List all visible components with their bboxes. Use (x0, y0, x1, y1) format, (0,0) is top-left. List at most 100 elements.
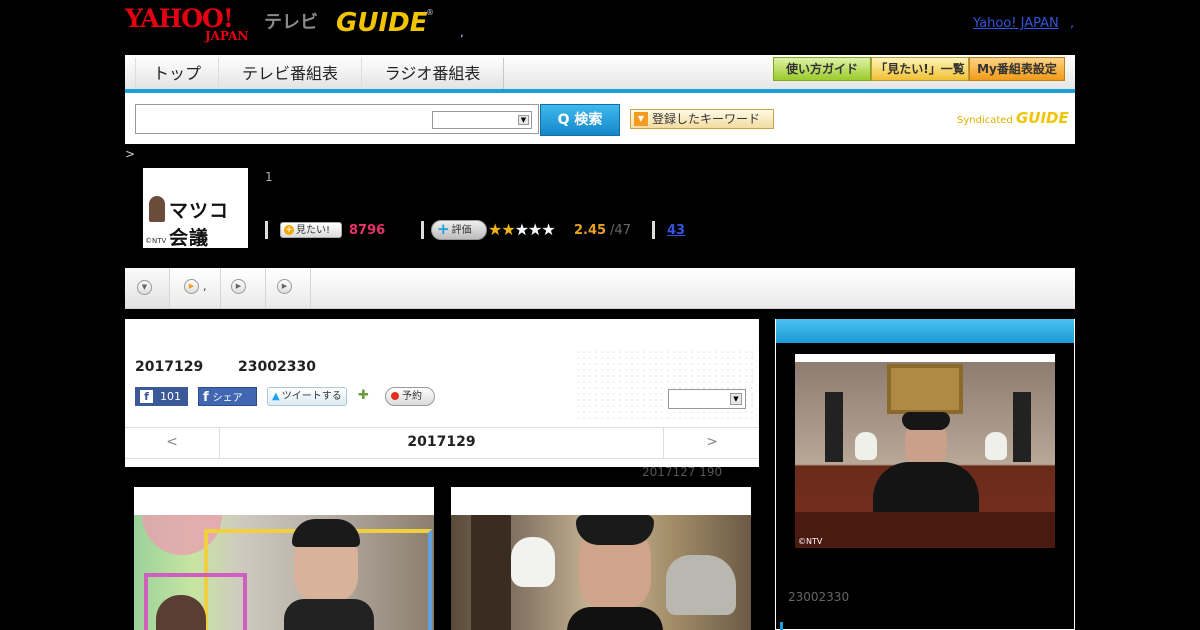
breadcrumb: > (125, 147, 136, 161)
gguide-logo[interactable]: GUIDE ® (336, 6, 434, 40)
thumbnail-copyright: ©NTV (145, 237, 167, 245)
subtab-info[interactable]: ▼ (125, 268, 170, 308)
vase-decoration (985, 432, 1007, 460)
desk-shape (795, 512, 1055, 548)
program-thumbnail-title: マツコ会議 (169, 200, 230, 249)
search-bar: ▼ Q 検索 ▼ 登録したキーワード Syndicated GUIDE (125, 93, 1075, 144)
host-face-icon (149, 196, 165, 222)
chevron-down-icon: ▼ (518, 115, 529, 125)
star-filled-icon: ★ (488, 220, 502, 239)
facebook-icon: f (140, 390, 153, 403)
syndicated-gguide-logo: Syndicated GUIDE (957, 109, 1069, 127)
tab-top[interactable]: トップ (135, 58, 219, 89)
content-card[interactable] (451, 487, 751, 630)
next-episode-button[interactable]: > (663, 428, 760, 458)
episode-time: 23002330 (238, 359, 316, 375)
tab-tv-schedule[interactable]: テレビ番組表 (218, 58, 362, 89)
tweet-button[interactable]: ▲ ツイートする (267, 387, 347, 406)
header-separator: , (460, 25, 464, 39)
star-filled-icon: ★ (501, 220, 515, 239)
gguide-logo-text: GUIDE (336, 8, 428, 38)
painting-decoration (887, 364, 963, 414)
previous-episode-button[interactable]: < (125, 428, 220, 458)
plus-icon: + (284, 225, 294, 235)
program-photo[interactable]: ©NTV (795, 354, 1055, 548)
rate-button[interactable]: + 評価 (431, 220, 487, 240)
mitai-list-button[interactable]: 「見たい!」一覧 (871, 57, 969, 81)
episode-info-box: 2017129 23002330 f 101 f シェア ▲ ツイートする ✚ 予約 … (125, 319, 759, 467)
hair-shape (902, 412, 950, 430)
facebook-like-button[interactable]: f 101 (135, 387, 188, 406)
jacket-shape (284, 599, 374, 630)
yahoo-japan-link[interactable]: Yahoo! JAPAN (973, 16, 1059, 31)
rate-button-label: 評価 (451, 225, 472, 236)
program-subtabs: ▼ ▶ , ▶ ▶ (125, 268, 1075, 309)
search-button[interactable]: Q 検索 (540, 104, 620, 136)
record-dot-icon (391, 392, 399, 400)
photo-copyright: ©NTV (798, 537, 823, 546)
tweet-label: ツイートする (281, 391, 342, 402)
vase-decoration (511, 537, 555, 587)
header-link-separator: , (1070, 16, 1075, 31)
facebook-icon: f (203, 390, 209, 405)
statue-decoration (1013, 392, 1031, 462)
rating-count: /47 (610, 223, 631, 238)
chevron-down-icon: ▼ (730, 393, 742, 405)
main-nav: トップ テレビ番組表 ラジオ番組表 使い方ガイド 「見たい!」一覧 My番組表設… (125, 55, 1075, 93)
divider (652, 221, 655, 239)
play-circle-icon: ▶ (184, 279, 199, 294)
subtab-video[interactable]: ▶ , (170, 268, 221, 308)
plus-icon: + (437, 220, 450, 238)
share-label: シェア (212, 393, 243, 404)
program-thumbnail[interactable]: マツコ会議 ©NTV (143, 168, 248, 249)
program-header-text: 1 (265, 170, 273, 184)
vase-decoration (855, 432, 877, 460)
my-schedule-settings-button[interactable]: My番組表設定 (969, 57, 1065, 81)
mixi-check-icon[interactable]: ✚ (358, 388, 374, 404)
registered-keywords-button[interactable]: ▼ 登録したキーワード (630, 109, 774, 129)
panel-accent-line (780, 622, 783, 630)
yahoo-japan-logo[interactable]: YAHOO! JAPAN (125, 6, 260, 43)
scene-photo (451, 515, 751, 630)
play-circle-icon: ▶ (277, 279, 292, 294)
divider (265, 221, 268, 239)
usage-guide-button[interactable]: 使い方ガイド (773, 57, 871, 81)
hair-shape (576, 515, 654, 545)
rating-stars: ★★★★★ (488, 220, 556, 240)
subtab-episodes[interactable]: ▶ (221, 268, 266, 308)
star-empty-icon: ★ (541, 220, 555, 239)
search-category-select[interactable]: ▼ (432, 111, 532, 129)
subtab-reviews[interactable]: ▶ (266, 268, 311, 308)
like-count: 101 (160, 390, 181, 403)
tab-radio-schedule[interactable]: ラジオ番組表 (361, 58, 504, 89)
episode-select[interactable]: ▼ (668, 389, 746, 409)
dress-shape (567, 607, 663, 630)
statue-decoration (825, 392, 843, 462)
triangle-down-icon: ▼ (634, 112, 648, 126)
logo-tv-text[interactable]: テレビ (264, 8, 318, 34)
twitter-bird-icon: ▲ (272, 391, 280, 402)
mitai-button[interactable]: + 見たい! (280, 222, 342, 238)
subtab-video-label: , (203, 280, 207, 293)
review-count-link[interactable]: 43 (667, 223, 685, 238)
episode-date: 2017129 (135, 359, 204, 375)
hair-shape (292, 519, 360, 547)
registered-mark-icon: ® (426, 8, 434, 17)
play-circle-icon: ▶ (231, 279, 246, 294)
content-card[interactable] (134, 487, 434, 630)
studio-scene-photo (795, 362, 1055, 548)
rating-score: 2.45 (574, 223, 607, 238)
reserve-label: 予約 (402, 391, 422, 402)
mitai-button-label: 見たい! (296, 225, 331, 236)
episode-count-note: 2017127 190 (642, 465, 723, 479)
star-empty-icon: ★ (514, 220, 529, 239)
star-empty-icon: ★ (528, 220, 542, 239)
syndicated-text: Syndicated (957, 115, 1013, 126)
panel-broadcast-time: 23002330 (788, 590, 850, 604)
facebook-share-button[interactable]: f シェア (198, 387, 257, 406)
reserve-button[interactable]: 予約 (385, 387, 435, 406)
episode-date-nav: < 2017129 > (125, 427, 759, 459)
scene-photo (134, 515, 434, 630)
onair-panel: ©NTV 23002330 (775, 319, 1075, 630)
episode-nav-date: 2017129 (407, 434, 476, 450)
